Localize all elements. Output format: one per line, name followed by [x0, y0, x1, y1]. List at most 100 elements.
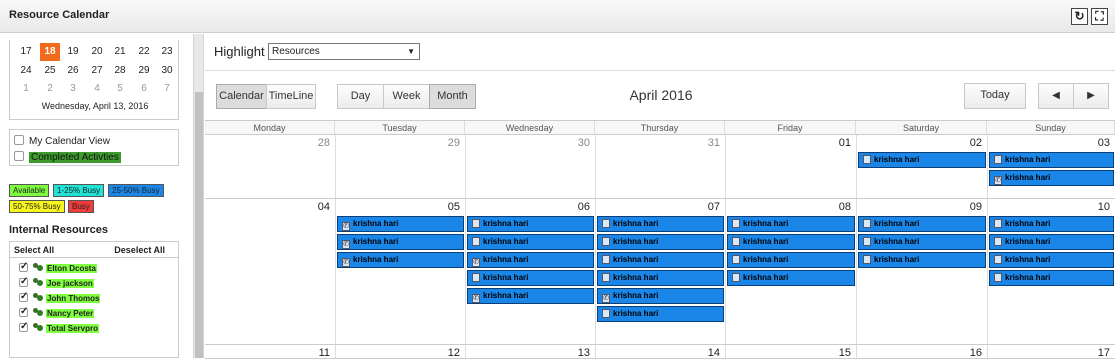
calendar-event[interactable]: krishna hari: [467, 216, 594, 232]
day-number[interactable]: 04: [205, 201, 330, 213]
day-number[interactable]: 30: [465, 137, 590, 149]
calendar-event[interactable]: krishna hari: [727, 270, 855, 286]
mini-calendar-day[interactable]: 28: [110, 64, 130, 78]
calendar-event[interactable]: krishna hari: [727, 234, 855, 250]
day-number[interactable]: 29: [335, 137, 460, 149]
my-calendar-view-option[interactable]: My Calendar View: [14, 135, 110, 147]
calendar-view-button[interactable]: Calendar: [216, 84, 267, 109]
day-number[interactable]: 28: [205, 137, 330, 149]
triangle-right-icon[interactable]: ▶: [1073, 83, 1109, 109]
resource-checkbox[interactable]: [19, 306, 28, 318]
resource-item-nancy-peter[interactable]: Nancy Peter: [19, 306, 95, 320]
note-icon: [732, 219, 740, 228]
calendar-event[interactable]: krishna hari: [467, 270, 594, 286]
day-number[interactable]: 01: [725, 137, 851, 149]
mini-calendar-day[interactable]: 24: [16, 64, 36, 78]
mini-calendar-day[interactable]: 7: [157, 82, 177, 96]
mini-calendar-day[interactable]: 27: [87, 64, 107, 78]
mini-calendar-day[interactable]: 22: [134, 45, 154, 59]
week-button[interactable]: Week: [383, 84, 430, 109]
mini-calendar-day[interactable]: 26: [63, 64, 83, 78]
day-number[interactable]: 06: [465, 201, 590, 213]
mini-calendar-day[interactable]: 18: [40, 43, 60, 61]
calendar-event[interactable]: ✆ krishna hari: [467, 252, 594, 268]
day-number[interactable]: 17: [987, 347, 1110, 359]
calendar-event[interactable]: krishna hari: [597, 216, 724, 232]
resource-checkbox[interactable]: [19, 261, 28, 273]
day-number[interactable]: 02: [856, 137, 982, 149]
mini-calendar-day[interactable]: 30: [157, 64, 177, 78]
mini-calendar-day[interactable]: 1: [16, 82, 36, 96]
calendar-event[interactable]: krishna hari: [597, 234, 724, 250]
maximize-icon[interactable]: ⛶: [1091, 8, 1108, 25]
calendar-event[interactable]: krishna hari: [989, 270, 1114, 286]
calendar-event[interactable]: ✆ krishna hari: [337, 216, 464, 232]
resource-item-john-thomos[interactable]: John Thomos: [19, 291, 101, 305]
calendar-event[interactable]: krishna hari: [989, 216, 1114, 232]
calendar-event[interactable]: krishna hari: [467, 234, 594, 250]
calendar-event[interactable]: krishna hari: [989, 152, 1114, 168]
calendar-event[interactable]: ✆ krishna hari: [467, 288, 594, 304]
day-number[interactable]: 09: [856, 201, 982, 213]
deselect-all-link[interactable]: Deselect All: [114, 242, 165, 258]
resource-checkbox[interactable]: [19, 321, 28, 333]
month-button[interactable]: Month: [429, 84, 476, 109]
day-number[interactable]: 07: [595, 201, 720, 213]
calendar-event[interactable]: krishna hari: [727, 216, 855, 232]
day-number[interactable]: 16: [856, 347, 982, 359]
highlight-select[interactable]: Resources ▼: [268, 43, 420, 60]
calendar-event[interactable]: krishna hari: [989, 234, 1114, 250]
mini-calendar-day[interactable]: 4: [87, 82, 107, 96]
triangle-left-icon[interactable]: ◀: [1038, 83, 1074, 109]
calendar-event[interactable]: krishna hari: [597, 252, 724, 268]
mini-calendar-day[interactable]: 2: [40, 82, 60, 96]
calendar-event[interactable]: ✆ krishna hari: [597, 288, 724, 304]
calendar-event[interactable]: krishna hari: [858, 234, 986, 250]
mini-calendar-day[interactable]: 6: [134, 82, 154, 96]
mini-calendar-day[interactable]: 23: [157, 45, 177, 59]
mini-calendar-day[interactable]: 25: [40, 64, 60, 78]
today-button[interactable]: Today: [964, 83, 1026, 109]
sidebar-scrollbar[interactable]: [193, 34, 204, 358]
completed-activities-checkbox[interactable]: [14, 151, 24, 161]
calendar-event[interactable]: krishna hari: [989, 252, 1114, 268]
calendar-event[interactable]: krishna hari: [858, 216, 986, 232]
calendar-event[interactable]: krishna hari: [597, 270, 724, 286]
day-button[interactable]: Day: [337, 84, 384, 109]
day-number[interactable]: 31: [595, 137, 720, 149]
day-number[interactable]: 10: [987, 201, 1110, 213]
calendar-event[interactable]: krishna hari: [858, 152, 986, 168]
calendar-event[interactable]: krishna hari: [858, 252, 986, 268]
day-number[interactable]: 12: [335, 347, 460, 359]
mini-calendar-day[interactable]: 17: [16, 45, 36, 59]
calendar-event[interactable]: krishna hari: [597, 306, 724, 322]
day-number[interactable]: 14: [595, 347, 720, 359]
mini-calendar-day[interactable]: 20: [87, 45, 107, 59]
calendar-event[interactable]: ✆ krishna hari: [337, 252, 464, 268]
mini-calendar-day[interactable]: 5: [110, 82, 130, 96]
resource-checkbox[interactable]: [19, 276, 28, 288]
day-number[interactable]: 15: [725, 347, 851, 359]
resource-item-joe-jackson[interactable]: Joe jackson: [19, 276, 94, 290]
calendar-event[interactable]: krishna hari: [727, 252, 855, 268]
day-number[interactable]: 05: [335, 201, 460, 213]
day-number[interactable]: 13: [465, 347, 590, 359]
calendar-event[interactable]: ✆ krishna hari: [337, 234, 464, 250]
calendar-event[interactable]: ✆ krishna hari: [989, 170, 1114, 186]
mini-calendar-day[interactable]: 29: [134, 64, 154, 78]
mini-calendar-day[interactable]: 19: [63, 45, 83, 59]
scrollbar-thumb[interactable]: [195, 92, 203, 358]
resource-item-elton-dcosta[interactable]: Elton Dcosta: [19, 261, 97, 275]
refresh-icon[interactable]: ↻: [1071, 8, 1088, 25]
day-number[interactable]: 08: [725, 201, 851, 213]
mini-calendar-day[interactable]: 3: [63, 82, 83, 96]
my-calendar-view-checkbox[interactable]: [14, 135, 24, 145]
select-all-link[interactable]: Select All: [14, 242, 54, 258]
mini-calendar-day[interactable]: 21: [110, 45, 130, 59]
completed-activities-option[interactable]: Completed Activties: [14, 151, 121, 163]
day-number[interactable]: 03: [987, 137, 1110, 149]
timeline-view-button[interactable]: TimeLine: [266, 84, 316, 109]
day-number[interactable]: 11: [205, 347, 330, 359]
resource-item-total-servpro[interactable]: Total Servpro: [19, 321, 99, 335]
resource-checkbox[interactable]: [19, 291, 28, 303]
